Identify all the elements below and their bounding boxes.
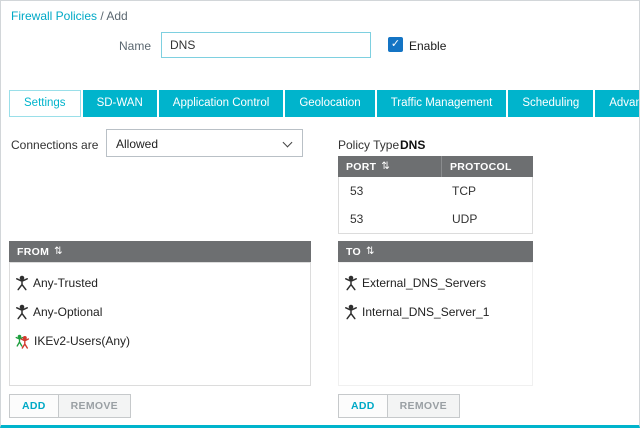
connections-dropdown[interactable]: Allowed [106, 129, 303, 157]
connections-dropdown-value: Allowed [116, 137, 158, 151]
name-label: Name [119, 39, 151, 53]
chevron-down-icon [283, 138, 293, 148]
list-item-any-optional[interactable]: Any-Optional [10, 297, 310, 326]
sort-icon: ⇅ [381, 161, 390, 172]
list-item-any-trusted[interactable]: Any-Trusted [10, 268, 310, 297]
breadcrumb-current: Add [106, 9, 127, 23]
name-input[interactable] [161, 32, 371, 58]
breadcrumb-separator: / [97, 9, 106, 23]
port-table: PORT ⇅ PROTOCOL 53 TCP 53 UDP [338, 156, 533, 234]
enable-checkbox[interactable]: ✓ [388, 37, 403, 52]
table-row: 53 UDP [339, 205, 532, 233]
port-table-header: PORT ⇅ PROTOCOL [338, 156, 533, 177]
to-buttons: ADD REMOVE [338, 394, 460, 418]
tab-geolocation[interactable]: Geolocation [285, 90, 374, 117]
port-cell: 53 [339, 212, 443, 226]
tab-sd-wan[interactable]: SD-WAN [83, 90, 157, 117]
enable-label: Enable [409, 39, 446, 53]
tab-settings[interactable]: Settings [9, 90, 81, 117]
from-list: Any-Trusted Any-Optional IKEv2-Users(Any… [9, 262, 311, 386]
sort-icon: ⇅ [366, 246, 375, 257]
protocol-cell: TCP [443, 184, 476, 198]
port-cell: 53 [339, 184, 443, 198]
users-group-icon [15, 333, 30, 349]
connections-are-label: Connections are [11, 138, 98, 152]
policy-type-label: Policy Type [338, 138, 399, 152]
breadcrumb: Firewall Policies / Add [11, 9, 128, 23]
protocol-cell: UDP [443, 212, 477, 226]
alias-icon [344, 304, 358, 320]
firewall-policy-add-page: Firewall Policies / Add Name ✓ Enable Se… [0, 0, 640, 428]
sort-icon: ⇅ [54, 246, 63, 257]
to-panel-header[interactable]: TO ⇅ [338, 241, 533, 262]
table-row: 53 TCP [339, 177, 532, 205]
tab-traffic-management[interactable]: Traffic Management [377, 90, 507, 117]
alias-icon [344, 275, 358, 291]
tab-scheduling[interactable]: Scheduling [508, 90, 593, 117]
tab-advanced[interactable]: Advanced [595, 90, 640, 117]
from-buttons: ADD REMOVE [9, 394, 131, 418]
to-list: External_DNS_Servers Internal_DNS_Server… [338, 262, 533, 386]
list-item-external-dns-servers[interactable]: External_DNS_Servers [339, 268, 532, 297]
protocol-column-header[interactable]: PROTOCOL [442, 161, 512, 173]
from-remove-button[interactable]: REMOVE [58, 394, 131, 418]
list-item-ikev2-users[interactable]: IKEv2-Users(Any) [10, 326, 310, 355]
from-add-button[interactable]: ADD [9, 394, 59, 418]
tab-application-control[interactable]: Application Control [159, 90, 284, 117]
port-column-header[interactable]: PORT ⇅ [338, 156, 442, 177]
policy-type-value: DNS [400, 138, 425, 152]
alias-icon [15, 275, 29, 291]
from-panel-header[interactable]: FROM ⇅ [9, 241, 311, 262]
to-add-button[interactable]: ADD [338, 394, 388, 418]
breadcrumb-link-firewall-policies[interactable]: Firewall Policies [11, 9, 97, 23]
to-remove-button[interactable]: REMOVE [387, 394, 460, 418]
port-table-body: 53 TCP 53 UDP [338, 177, 533, 234]
tab-bar: Settings SD-WAN Application Control Geol… [9, 90, 640, 117]
list-item-internal-dns-server-1[interactable]: Internal_DNS_Server_1 [339, 297, 532, 326]
alias-icon [15, 304, 29, 320]
